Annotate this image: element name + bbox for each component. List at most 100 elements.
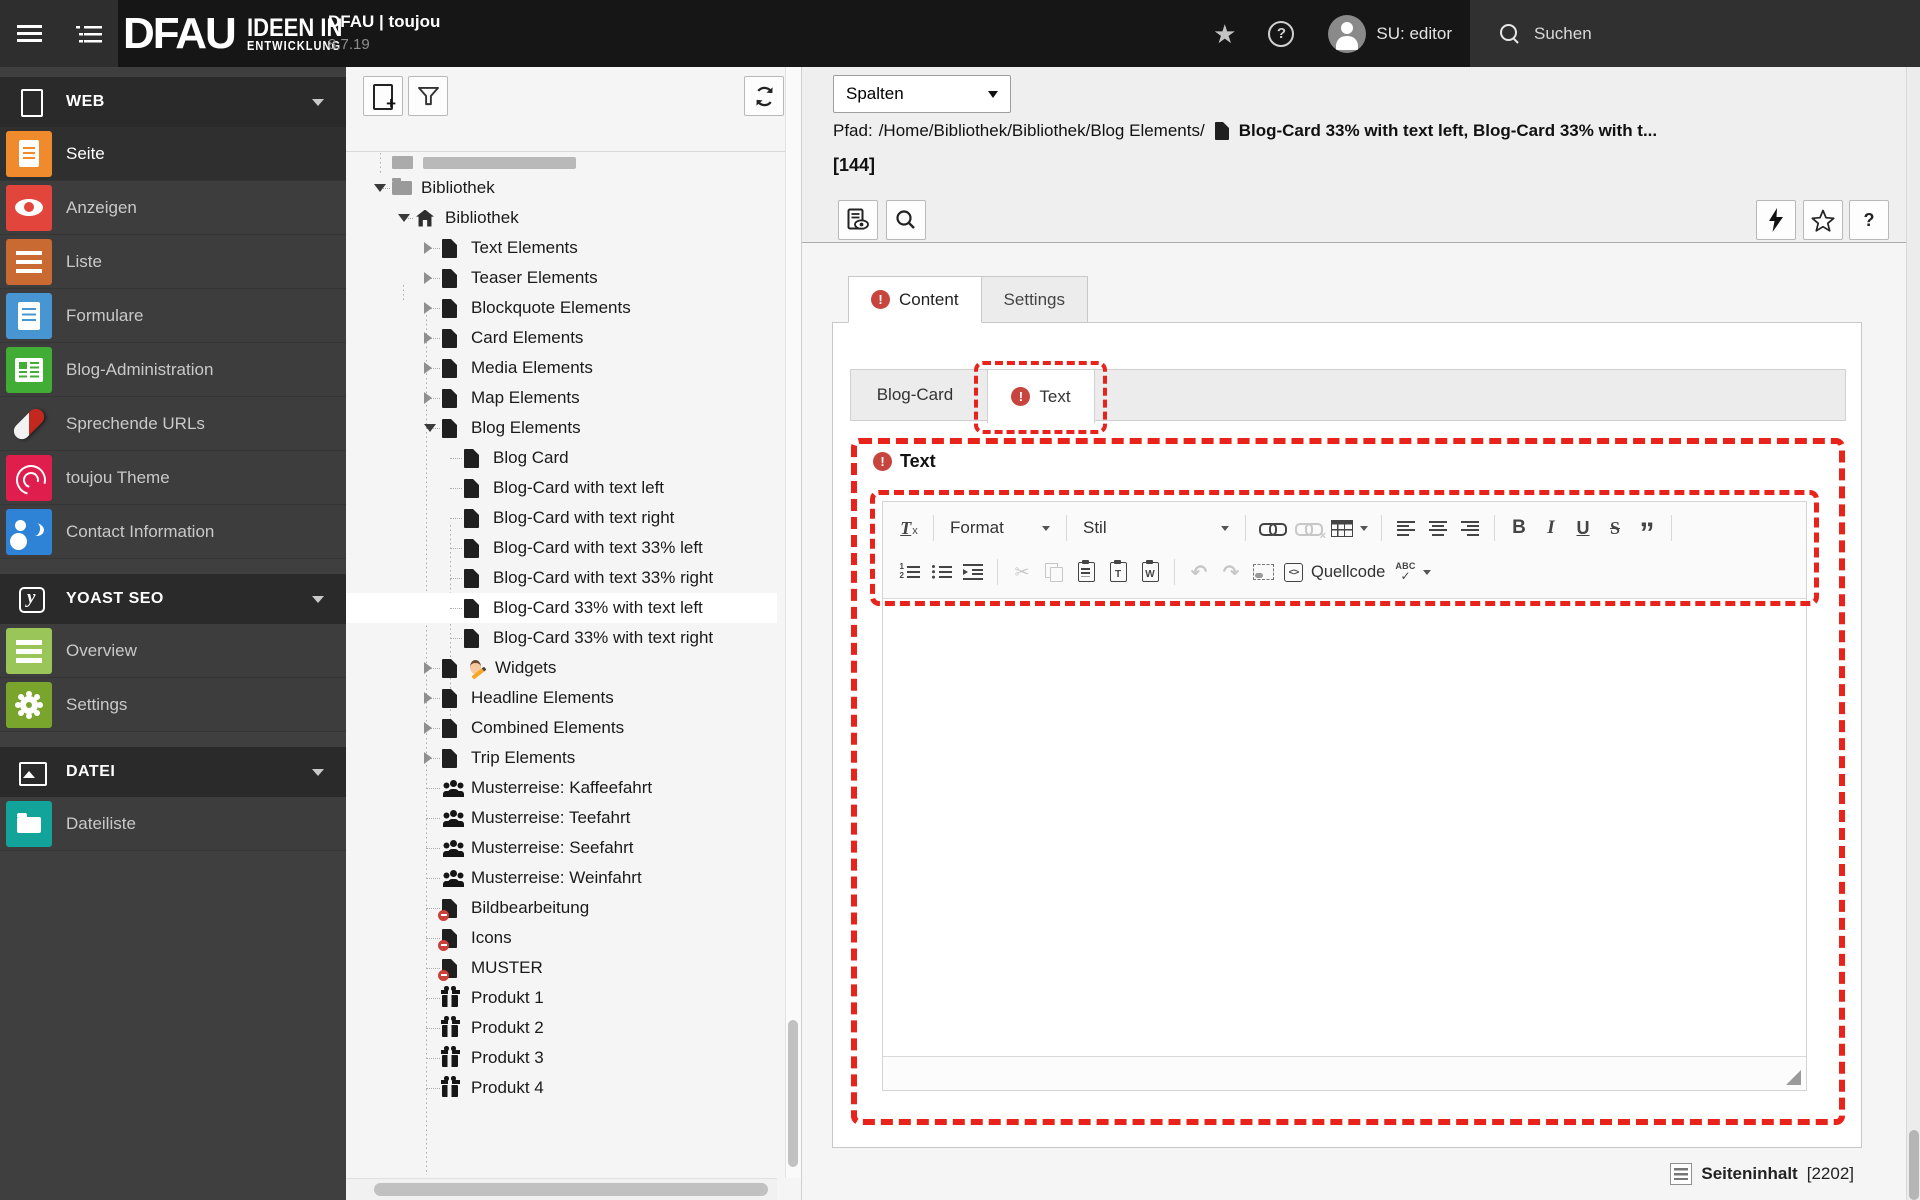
sidebar-module-item[interactable]: Blog-Administration [0, 343, 346, 397]
remove-format[interactable]: T [895, 513, 923, 543]
tree-node[interactable]: Produkt 2 [346, 1013, 777, 1043]
tree-horizontal-scroll-thumb[interactable] [374, 1183, 768, 1196]
sidebar-module-item[interactable]: toujou Theme [0, 451, 346, 505]
tree-expander-icon[interactable] [424, 392, 442, 404]
sidebar-module-item[interactable]: Contact Information [0, 505, 346, 559]
sidebar-module-item[interactable]: Formulare [0, 289, 346, 343]
tree-node[interactable]: Musterreise: Kaffeefahrt [346, 773, 777, 803]
tree-expander-icon[interactable] [424, 424, 442, 432]
tree-node[interactable]: Blog Elements [346, 413, 777, 443]
paste-as-text[interactable]: T [1104, 557, 1132, 587]
tree-expander-icon[interactable] [424, 662, 442, 674]
tree-node[interactable]: Musterreise: Teefahrt [346, 803, 777, 833]
tree-node[interactable]: Blog-Card with text left [346, 473, 777, 503]
numbered-list[interactable] [895, 557, 923, 587]
docheader-help-button[interactable]: ? [1849, 200, 1889, 240]
tree-expander-icon[interactable] [424, 272, 442, 284]
user-menu[interactable]: SU: editor [1310, 0, 1470, 67]
show-blocks[interactable] [1249, 557, 1277, 587]
paste[interactable] [1072, 557, 1100, 587]
tab-content[interactable]: Content [848, 276, 982, 323]
tree-vertical-scrollbar[interactable] [785, 67, 801, 1178]
tree-node[interactable]: Teaser Elements [346, 263, 777, 293]
sidebar-module-item[interactable]: Settings [0, 678, 346, 732]
tree-node[interactable]: Musterreise: Seefahrt [346, 833, 777, 863]
refresh-button[interactable] [744, 76, 784, 116]
view-webpage-button[interactable] [838, 200, 878, 240]
tab-blog-card[interactable]: Blog-Card [851, 370, 979, 420]
new-page-button[interactable] [363, 76, 403, 116]
save-actions-button[interactable] [1756, 200, 1796, 240]
tree-expander-icon[interactable] [424, 302, 442, 314]
italic[interactable]: I [1537, 513, 1565, 543]
tree-node[interactable]: Musterreise: Weinfahrt [346, 863, 777, 893]
tree-node[interactable]: Media Elements [346, 353, 777, 383]
tree-node[interactable]: Blog-Card with text 33% left [346, 533, 777, 563]
spellcheck[interactable]: ABC [1392, 557, 1433, 587]
tree-expander-icon[interactable] [424, 692, 442, 704]
align-right[interactable] [1456, 513, 1484, 543]
cut[interactable]: ✂ [1008, 557, 1036, 587]
sidebar-section-header[interactable]: DATEI [0, 747, 346, 797]
dfau-logo[interactable]: DFAU IDEEN IN ENTWICKLUNG [123, 0, 355, 67]
tree-node[interactable]: Card Elements [346, 323, 777, 353]
sidebar-section-header[interactable]: YOAST SEO [0, 574, 346, 624]
tree-horizontal-scrollbar[interactable] [346, 1178, 777, 1200]
sidebar-module-item[interactable]: Sprechende URLs [0, 397, 346, 451]
tree-node[interactable]: MUSTER [346, 953, 777, 983]
tree-expander-icon[interactable] [424, 332, 442, 344]
unlink[interactable]: × [1292, 513, 1324, 543]
tree-node[interactable]: Bibliothek [346, 173, 777, 203]
tree-node[interactable]: Map Elements [346, 383, 777, 413]
indent[interactable] [959, 557, 987, 587]
sidebar-module-item[interactable]: Seite [0, 127, 346, 181]
tree-node[interactable]: Bibliothek [346, 203, 777, 233]
tree-node[interactable]: Blog Card [346, 443, 777, 473]
filter-button[interactable] [408, 76, 448, 116]
view-mode-select[interactable]: Spalten [833, 75, 1011, 113]
tree-node[interactable]: Produkt 4 [346, 1073, 777, 1103]
style-select[interactable]: Stil [1077, 513, 1235, 543]
sidebar-section-header[interactable]: WEB [0, 77, 346, 127]
tree-node[interactable]: Icons [346, 923, 777, 953]
tree-node[interactable]: Produkt 1 [346, 983, 777, 1013]
search-input[interactable]: Suchen [1470, 0, 1920, 67]
tree-expander-icon[interactable] [424, 722, 442, 734]
help-button[interactable]: ? [1252, 0, 1310, 67]
sidebar-module-item[interactable]: Anzeigen [0, 181, 346, 235]
tree-node[interactable]: Trip Elements [346, 743, 777, 773]
main-scrollbar[interactable] [1906, 67, 1920, 1200]
tree-node[interactable]: Blog-Card 33% with text right [346, 623, 777, 653]
tab-settings[interactable]: Settings [982, 276, 1088, 323]
tree-expander-icon[interactable] [424, 242, 442, 254]
resize-handle[interactable] [1786, 1070, 1801, 1085]
sidebar-module-item[interactable]: Dateiliste [0, 797, 346, 851]
tree-node[interactable]: Widgets [346, 653, 777, 683]
paste-from-word[interactable]: W [1136, 557, 1164, 587]
align-center[interactable] [1424, 513, 1452, 543]
undo[interactable]: ↶ [1185, 557, 1213, 587]
sidebar-module-item[interactable]: Overview [0, 624, 346, 678]
table[interactable] [1328, 513, 1371, 543]
tree-node[interactable]: Blog-Card with text 33% right [346, 563, 777, 593]
bookmark-button[interactable]: ★ [1197, 0, 1252, 67]
menu-toggle-button[interactable] [0, 0, 59, 67]
search-record-button[interactable] [886, 200, 926, 240]
tree-node[interactable]: Text Elements [346, 233, 777, 263]
tree-vertical-scroll-thumb[interactable] [788, 1020, 798, 1167]
copy[interactable] [1040, 557, 1068, 587]
tree-node[interactable]: Bildbearbeitung [346, 893, 777, 923]
sidebar-module-item[interactable]: Liste [0, 235, 346, 289]
blockquote[interactable]: ” [1633, 513, 1661, 543]
bold[interactable]: B [1505, 513, 1533, 543]
align-left[interactable] [1392, 513, 1420, 543]
tree-expander-icon[interactable] [424, 362, 442, 374]
tree-node[interactable]: Headline Elements [346, 683, 777, 713]
format-select[interactable]: Format [944, 513, 1056, 543]
source[interactable]: Quellcode [1281, 557, 1388, 587]
strikethrough[interactable]: S [1601, 513, 1629, 543]
tree-node[interactable]: Blockquote Elements [346, 293, 777, 323]
tree-node[interactable]: Produkt 3 [346, 1043, 777, 1073]
tree-expander-icon[interactable] [374, 184, 392, 192]
link[interactable] [1256, 513, 1288, 543]
